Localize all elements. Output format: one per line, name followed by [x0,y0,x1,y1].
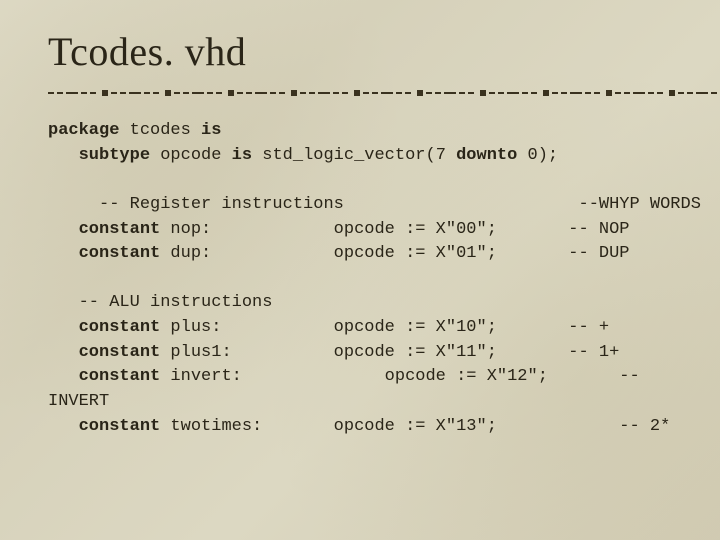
txt-invert-wrap: INVERT [48,392,109,411]
kw-package: package [48,121,119,140]
kw-constant: constant [79,220,161,239]
kw-constant: constant [79,417,161,436]
txt: 0); [517,146,558,165]
pad [48,343,79,362]
comment-alu: -- ALU instructions [48,293,272,312]
pad [48,417,79,436]
pad [48,220,79,239]
page-title: Tcodes. vhd [48,28,680,75]
code-block: package tcodes is subtype opcode is std_… [48,119,680,439]
txt-plus1: plus1: opcode := X"11"; -- 1+ [160,343,619,362]
pad [48,318,79,337]
kw-constant: constant [79,343,161,362]
txt-twotimes: twotimes: opcode := X"13"; -- 2* [160,417,670,436]
kw-downto: downto [456,146,517,165]
txt-nop: nop: opcode := X"00"; -- NOP [160,220,629,239]
txt-dup: dup: opcode := X"01"; -- DUP [160,244,629,263]
pad [48,244,79,263]
txt: opcode [150,146,232,165]
kw-constant: constant [79,318,161,337]
comment-register: -- Register instructions --WHYP WORDS [48,195,701,214]
txt-plus: plus: opcode := X"10"; -- + [160,318,609,337]
kw-constant: constant [79,367,161,386]
kw-constant: constant [79,244,161,263]
slide-container: Tcodes. vhd package tcodes is subtype op… [0,0,720,540]
kw-subtype: subtype [79,146,150,165]
title-divider [48,89,680,97]
pad [48,146,79,165]
txt: std_logic_vector(7 [252,146,456,165]
kw-is: is [232,146,252,165]
kw-is: is [201,121,221,140]
txt-invert: invert: opcode := X"12"; -- [160,367,639,386]
txt: tcodes [119,121,201,140]
pad [48,367,79,386]
